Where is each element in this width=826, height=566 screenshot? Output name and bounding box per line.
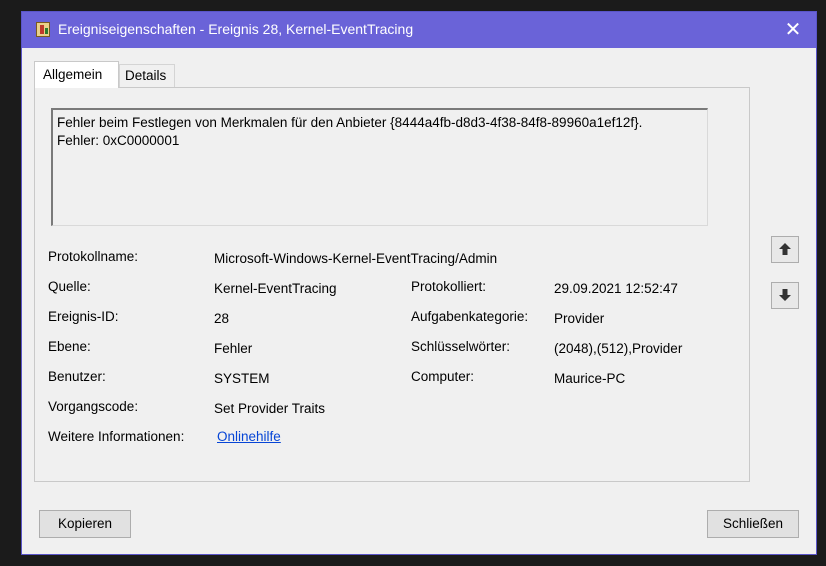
level-value[interactable]: Fehler: [214, 341, 252, 356]
logged-label: Protokolliert:: [411, 279, 487, 294]
logged-value[interactable]: 29.09.2021 12:52:47: [554, 281, 678, 296]
keywords-value[interactable]: (2048),(512),Provider: [554, 341, 682, 356]
log-name-label: Protokollname:: [48, 249, 139, 264]
close-button[interactable]: Schließen: [707, 510, 799, 538]
description-line-1: Fehler beim Festlegen von Merkmalen für …: [57, 115, 643, 130]
keywords-label: Schlüsselwörter:: [411, 339, 511, 354]
opcode-value[interactable]: Set Provider Traits: [214, 401, 325, 416]
event-id-label: Ereignis-ID:: [48, 309, 119, 324]
event-properties-window: Ereigniseigenschaften - Ereignis 28, Ker…: [21, 11, 817, 555]
copy-button[interactable]: Kopieren: [39, 510, 131, 538]
previous-event-button[interactable]: [771, 236, 799, 263]
description-line-2: Fehler: 0xC0000001: [57, 133, 180, 148]
tab-details[interactable]: Details: [119, 64, 175, 87]
arrow-down-icon: [779, 289, 791, 301]
source-label: Quelle:: [48, 279, 91, 294]
more-info-label: Weitere Informationen:: [48, 429, 185, 444]
task-category-label: Aufgabenkategorie:: [411, 309, 529, 324]
event-id-value[interactable]: 28: [214, 311, 229, 326]
window-title: Ereigniseigenschaften - Ereignis 28, Ker…: [58, 21, 414, 37]
user-label: Benutzer:: [48, 369, 106, 384]
computer-label: Computer:: [411, 369, 475, 384]
log-name-value[interactable]: Microsoft-Windows-Kernel-EventTracing/Ad…: [214, 251, 497, 266]
opcode-label: Vorgangscode:: [48, 399, 139, 414]
tab-general[interactable]: Allgemein: [34, 61, 119, 88]
arrow-up-icon: [779, 243, 791, 255]
event-description-box[interactable]: Fehler beim Festlegen von Merkmalen für …: [51, 108, 708, 226]
online-help-link[interactable]: Onlinehilfe: [217, 429, 281, 444]
title-bar[interactable]: Ereigniseigenschaften - Ereignis 28, Ker…: [22, 12, 816, 48]
next-event-button[interactable]: [771, 282, 799, 309]
source-value[interactable]: Kernel-EventTracing: [214, 281, 337, 296]
event-viewer-icon: [36, 22, 50, 37]
close-window-button[interactable]: ✕: [770, 12, 816, 48]
user-value[interactable]: SYSTEM: [214, 371, 270, 386]
level-label: Ebene:: [48, 339, 91, 354]
task-category-value[interactable]: Provider: [554, 311, 604, 326]
computer-value[interactable]: Maurice-PC: [554, 371, 625, 386]
